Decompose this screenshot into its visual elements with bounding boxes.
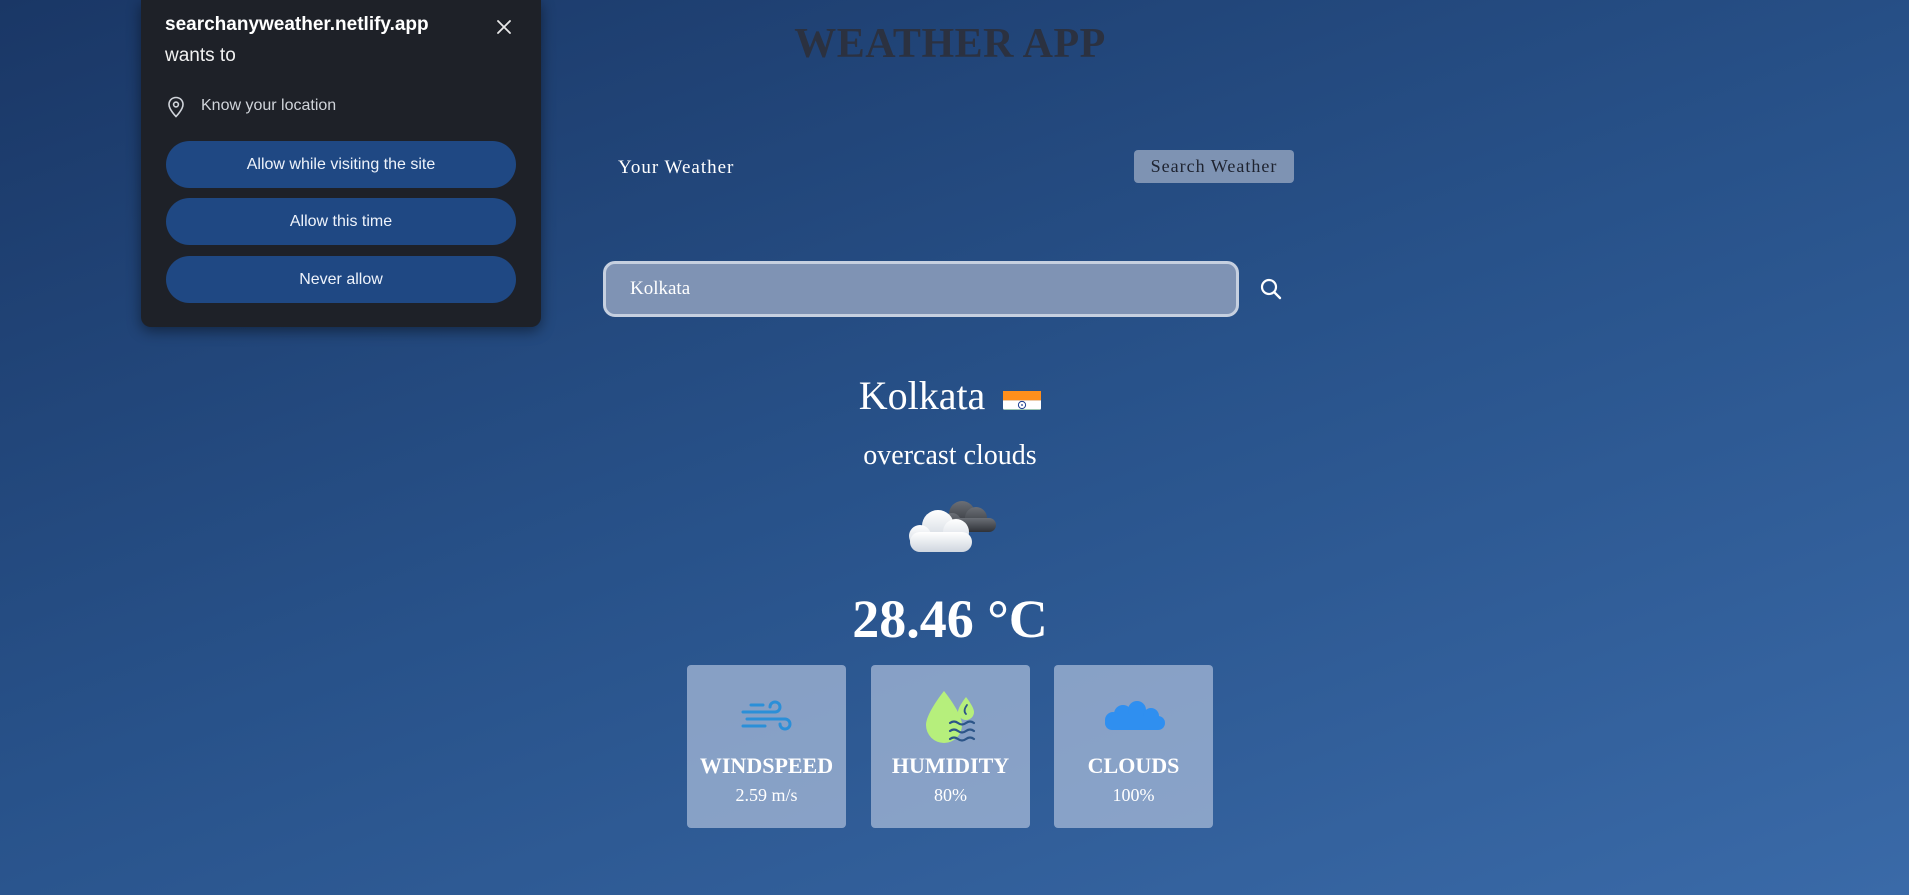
search-button[interactable] [1254,272,1288,306]
clouds-label: CLOUDS [1087,753,1180,778]
clouds-value: 100% [1112,785,1155,805]
humidity-card: HUMIDITY 80% [871,665,1030,828]
clouds-card: CLOUDS 100% [1054,665,1213,828]
temperature: 28.46 °C [852,589,1048,649]
humidity-icon [925,691,975,743]
wind-icon [741,700,791,731]
search-icon [1260,278,1282,300]
tab-your-weather[interactable]: Your Weather [612,153,740,183]
clouds-icon [1104,701,1165,730]
allow-while-visiting-button[interactable]: Allow while visiting the site [166,141,516,188]
close-button[interactable] [491,14,517,40]
india-flag-icon [1003,382,1042,410]
permission-wants-to: wants to [165,45,236,66]
windspeed-card: WINDSPEED 2.59 m/s [687,665,846,828]
weather-description: overcast clouds [863,440,1037,471]
location-permission-popup: searchanyweather.netlify.app wants to Kn… [141,0,541,327]
permission-site-name: searchanyweather.netlify.app [165,14,429,35]
windspeed-label: WINDSPEED [699,753,834,778]
close-icon [497,20,511,34]
permission-description: Know your location [201,97,337,114]
city-search-input[interactable] [603,261,1239,317]
never-allow-button[interactable]: Never allow [166,256,516,303]
city-name: Kolkata [858,373,986,418]
humidity-label: HUMIDITY [891,753,1010,778]
cloud-icon [900,492,1002,560]
city-heading: Kolkata [0,372,1900,419]
windspeed-value: 2.59 m/s [735,785,798,805]
location-pin-icon [167,96,185,118]
humidity-value: 80% [934,785,967,805]
allow-this-time-button[interactable]: Allow this time [166,198,516,245]
tab-search-weather[interactable]: Search Weather [1134,150,1294,183]
